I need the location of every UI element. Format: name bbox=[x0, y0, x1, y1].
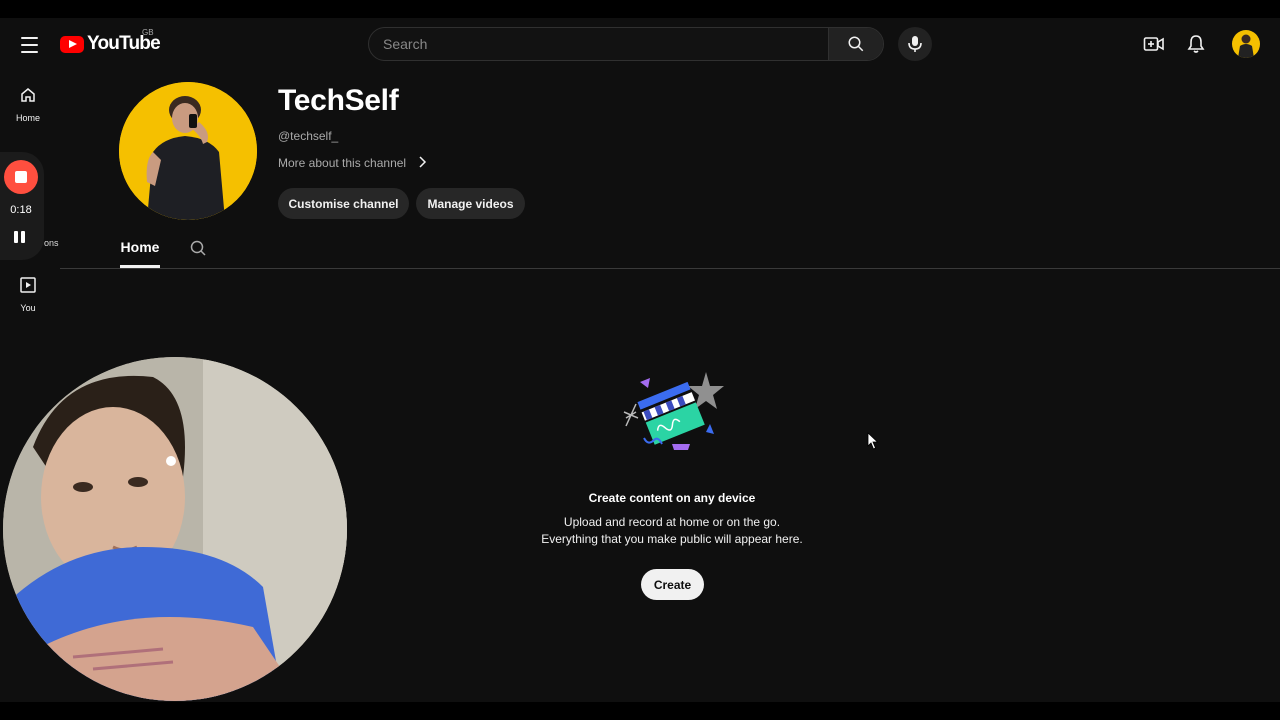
channel-avatar-image bbox=[119, 82, 257, 220]
search-icon bbox=[848, 36, 864, 52]
pause-recording-button[interactable] bbox=[14, 230, 28, 244]
search-icon bbox=[190, 240, 206, 256]
home-icon bbox=[21, 88, 35, 102]
channel-avatar[interactable] bbox=[119, 82, 257, 220]
webcam-overlay bbox=[3, 357, 347, 701]
youtube-logo[interactable]: YouTube GB bbox=[60, 28, 161, 55]
screen-recorder-panel: 0:18 bbox=[0, 152, 44, 260]
mic-icon bbox=[908, 36, 922, 52]
top-black-strip bbox=[0, 0, 1280, 18]
tab-home[interactable]: Home bbox=[120, 239, 160, 255]
voice-search-button[interactable] bbox=[898, 27, 932, 61]
pause-icon bbox=[14, 231, 18, 243]
create-button[interactable] bbox=[1142, 32, 1166, 56]
chevron-right-icon bbox=[419, 156, 427, 168]
channel-title: TechSelf bbox=[278, 84, 399, 117]
create-button-empty-state[interactable]: Create bbox=[641, 569, 704, 600]
channel-handle: @techself_ bbox=[278, 129, 339, 143]
sidebar-item-home[interactable]: Home bbox=[4, 86, 52, 123]
mouse-cursor-icon bbox=[867, 432, 879, 450]
account-avatar-image bbox=[1238, 34, 1254, 58]
menu-button[interactable] bbox=[16, 32, 42, 56]
notifications-icon bbox=[1187, 35, 1205, 53]
empty-state-line-1: Upload and record at home or on the go. bbox=[563, 515, 781, 529]
bottom-black-strip bbox=[0, 702, 1280, 720]
sidebar-item-you[interactable]: You bbox=[4, 276, 52, 313]
search-button[interactable] bbox=[828, 28, 883, 60]
sidebar-item-label: Home bbox=[15, 113, 40, 123]
empty-state-line-2: Everything that you make public will app… bbox=[541, 532, 803, 546]
search-input[interactable] bbox=[369, 28, 829, 60]
sidebar-partial-label: ons bbox=[44, 238, 59, 248]
country-code: GB bbox=[142, 28, 154, 37]
webcam-person-image bbox=[3, 357, 347, 701]
tabs-divider bbox=[60, 268, 1280, 269]
you-icon bbox=[20, 277, 36, 293]
masthead: YouTube GB bbox=[0, 18, 1280, 70]
more-about-label: More about this channel bbox=[278, 156, 407, 170]
account-avatar[interactable] bbox=[1232, 30, 1260, 58]
sidebar-item-label: You bbox=[20, 303, 36, 313]
notifications-button[interactable] bbox=[1184, 32, 1208, 56]
empty-state-title: Create content on any device bbox=[588, 491, 756, 505]
customise-channel-button[interactable]: Customise channel bbox=[278, 188, 409, 219]
recording-time: 0:18 bbox=[10, 204, 32, 216]
create-video-icon bbox=[1143, 37, 1164, 51]
search-box bbox=[368, 27, 884, 61]
stop-icon bbox=[15, 171, 27, 183]
youtube-play-icon bbox=[60, 35, 84, 53]
menu-icon bbox=[20, 37, 38, 39]
more-about-channel-link[interactable]: More about this channel bbox=[278, 156, 427, 170]
stop-recording-button[interactable] bbox=[4, 160, 38, 194]
clapperboard-illustration bbox=[623, 372, 724, 450]
channel-search-button[interactable] bbox=[189, 239, 209, 259]
manage-videos-button[interactable]: Manage videos bbox=[416, 188, 525, 219]
